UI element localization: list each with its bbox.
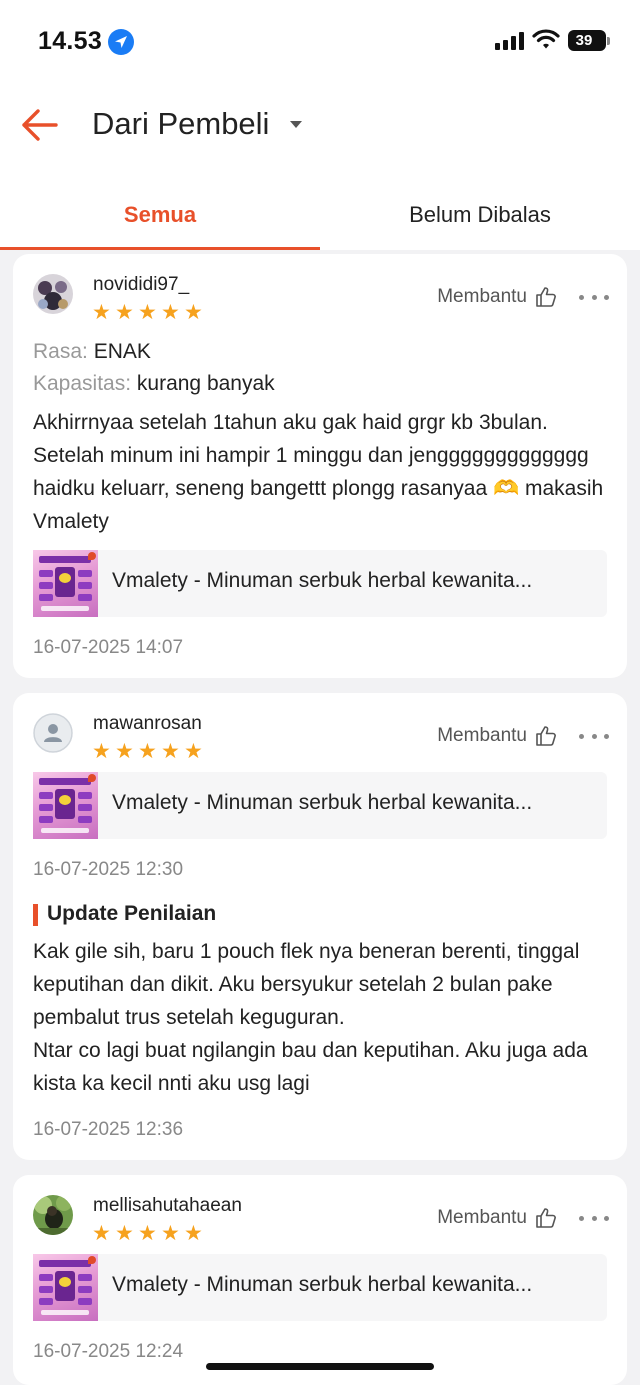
star-icon: ★ (115, 1222, 134, 1245)
product-name: Vmalety - Minuman serbuk herbal kewanita… (112, 1273, 533, 1296)
star-icon: ★ (115, 740, 134, 763)
review-timestamp: 16-07-2025 14:07 (33, 637, 184, 658)
star-icon: ★ (138, 740, 157, 763)
star-icon: ★ (184, 301, 203, 324)
attribute-key: Rasa: (33, 340, 88, 363)
helpful-button[interactable]: Membantu (437, 286, 557, 308)
avatar[interactable] (33, 274, 73, 314)
attribute-rasa: Rasa: ENAK (33, 340, 151, 364)
username: novididi97_ (93, 274, 190, 295)
review-timestamp: 16-07-2025 12:24 (33, 1341, 184, 1362)
helpful-button[interactable]: Membantu (437, 725, 557, 747)
back-button[interactable] (18, 105, 62, 145)
update-timestamp: 16-07-2025 12:36 (33, 1119, 184, 1140)
star-icon: ★ (92, 740, 111, 763)
product-thumbnail (33, 772, 98, 839)
product-link[interactable]: Vmalety - Minuman serbuk herbal kewanita… (33, 550, 607, 617)
thumbs-up-icon (536, 1208, 556, 1228)
star-icon: ★ (138, 301, 157, 324)
helpful-button[interactable]: Membantu (437, 1207, 557, 1229)
battery-icon: 39 (568, 30, 606, 51)
home-indicator[interactable] (206, 1363, 434, 1370)
product-link[interactable]: Vmalety - Minuman serbuk herbal kewanita… (33, 772, 607, 839)
tab-belum-dibalas[interactable]: Belum Dibalas (320, 185, 640, 250)
review-timestamp: 16-07-2025 12:30 (33, 859, 184, 880)
attribute-kapasitas: Kapasitas: kurang banyak (33, 372, 275, 396)
star-rating: ★ ★ ★ ★ ★ (92, 302, 205, 323)
tab-semua[interactable]: Semua (0, 185, 320, 250)
more-options-button[interactable] (579, 731, 609, 741)
star-icon: ★ (115, 301, 134, 324)
avatar[interactable] (33, 1195, 73, 1235)
product-thumbnail (33, 1254, 98, 1321)
update-review-heading: Update Penilaian (33, 902, 216, 926)
attribute-value: kurang banyak (136, 372, 275, 395)
review-card: novididi97_ ★ ★ ★ ★ ★ Membantu Rasa: ENA… (13, 254, 627, 678)
star-icon: ★ (184, 740, 203, 763)
attribute-value: ENAK (93, 340, 151, 363)
thumbs-up-icon (536, 726, 556, 746)
star-icon: ★ (184, 1222, 203, 1245)
review-card: mellisahutahaean ★ ★ ★ ★ ★ Membantu Vmal… (13, 1175, 627, 1385)
battery-level: 39 (575, 32, 593, 49)
username: mellisahutahaean (93, 1195, 242, 1216)
status-bar: 14.53 39 (0, 0, 640, 80)
page-title: Dari Pembeli (92, 106, 270, 141)
location-arrow-icon (108, 29, 134, 55)
product-name: Vmalety - Minuman serbuk herbal kewanita… (112, 569, 533, 592)
star-rating: ★ ★ ★ ★ ★ (92, 741, 205, 762)
review-card: mawanrosan ★ ★ ★ ★ ★ Membantu Vmalety - … (13, 693, 627, 1160)
avatar[interactable] (33, 713, 73, 753)
helpful-label: Membantu (437, 725, 527, 746)
caret-down-icon (290, 121, 302, 128)
star-icon: ★ (161, 301, 180, 324)
review-text: Akhirrnyaa setelah 1tahun aku gak haid g… (33, 411, 604, 533)
more-options-button[interactable] (579, 292, 609, 302)
star-icon: ★ (92, 301, 111, 324)
update-text-paragraph: Ntar co lagi buat ngilangin bau dan kepu… (33, 1039, 588, 1095)
back-arrow-icon (22, 109, 58, 141)
product-name: Vmalety - Minuman serbuk herbal kewanita… (112, 791, 533, 814)
attribute-key: Kapasitas: (33, 372, 132, 395)
title-dropdown-button[interactable] (286, 116, 306, 136)
app-header: Dari Pembeli Semua Belum Dibalas (0, 80, 640, 250)
cellular-signal-icon (495, 32, 525, 50)
star-icon: ★ (161, 740, 180, 763)
wifi-icon (532, 28, 560, 55)
helpful-label: Membantu (437, 286, 527, 307)
status-time: 14.53 (38, 27, 103, 55)
product-link[interactable]: Vmalety - Minuman serbuk herbal kewanita… (33, 1254, 607, 1321)
helpful-label: Membantu (437, 1207, 527, 1228)
star-icon: ★ (161, 1222, 180, 1245)
star-rating: ★ ★ ★ ★ ★ (92, 1223, 205, 1244)
update-review-text: Kak gile sih, baru 1 pouch flek nya bene… (33, 935, 613, 1100)
battery-tip (607, 37, 610, 45)
more-options-button[interactable] (579, 1213, 609, 1223)
product-thumbnail (33, 550, 98, 617)
thumbs-up-icon (536, 287, 556, 307)
username: mawanrosan (93, 713, 202, 734)
star-icon: ★ (92, 1222, 111, 1245)
star-icon: ★ (138, 1222, 157, 1245)
update-text-paragraph: Kak gile sih, baru 1 pouch flek nya bene… (33, 940, 580, 1029)
